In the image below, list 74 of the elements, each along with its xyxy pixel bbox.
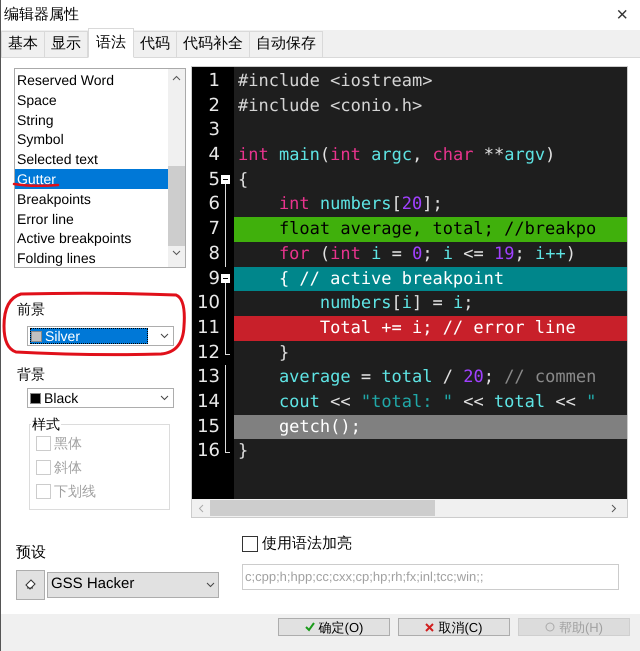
foreground-dropdown[interactable]: Silver	[27, 326, 174, 346]
line-number: 10	[196, 291, 220, 316]
line-number: 3	[208, 118, 220, 142]
code-line: average = total / 20; // commen	[278, 366, 598, 390]
line-number: 12	[196, 340, 220, 365]
load-preset-button[interactable]	[16, 570, 45, 600]
list-item[interactable]: Reserved Word	[15, 70, 168, 90]
scroll-down-icon[interactable]	[172, 250, 181, 256]
line-number: 16	[196, 439, 220, 464]
chevron-icon	[160, 333, 169, 339]
color-name: Black	[44, 391, 78, 405]
check-icon	[304, 622, 315, 632]
checkbox-label: 使用语法加亮	[262, 534, 352, 554]
line-number: 11	[196, 316, 220, 340]
checkbox[interactable]	[242, 536, 258, 552]
list-item[interactable]: Symbol	[15, 129, 168, 150]
list-item[interactable]: Error line	[15, 208, 168, 228]
line-number: 4	[208, 143, 220, 168]
close-button[interactable]: ×	[616, 5, 628, 25]
line-number: 2	[208, 94, 220, 118]
dialog-button[interactable]: 取消(C)	[398, 618, 510, 636]
background-label: 背景	[17, 365, 46, 384]
fold-toggle-icon[interactable]	[221, 174, 230, 193]
preset-label: 预设	[16, 543, 47, 563]
list-item[interactable]: Selected text	[15, 149, 168, 169]
code-line: numbers[i] = i;	[318, 292, 474, 316]
list-scrollbar[interactable]	[168, 69, 185, 267]
code-line: }	[237, 440, 250, 464]
chevron-icon	[160, 395, 169, 401]
dialog-button[interactable]: 确定(O)	[278, 618, 390, 636]
list-item[interactable]: Folding lines	[15, 248, 168, 268]
line-number: 9	[208, 266, 220, 290]
tab[interactable]: 自动保存	[249, 31, 323, 57]
list-item[interactable]: String	[15, 110, 168, 130]
preset-dropdown[interactable]: GSS Hacker	[47, 572, 219, 598]
line-number: 5	[208, 168, 220, 192]
window-title: 编辑器属性	[4, 4, 79, 25]
code-line: for (int i = 0; i <= 19; i++)	[278, 242, 577, 266]
scroll-up-icon[interactable]	[172, 75, 181, 81]
list-item[interactable]: Gutter	[15, 168, 168, 189]
code-line: int main(int argc, char **argv)	[237, 144, 556, 168]
code-line: {	[237, 168, 250, 192]
scroll-right-icon[interactable]	[611, 504, 617, 512]
tab[interactable]: 语法	[88, 28, 134, 58]
line-number: 14	[196, 390, 220, 414]
help-icon	[544, 622, 555, 632]
code-line: #include <iostream>	[237, 70, 434, 93]
line-number: 13	[196, 365, 220, 390]
tab[interactable]: 基本	[1, 31, 45, 57]
list-item[interactable]: Breakpoints	[15, 188, 168, 209]
list-item[interactable]: Space	[15, 90, 168, 110]
background-dropdown[interactable]: Black	[27, 388, 174, 408]
code-line: }	[278, 342, 290, 365]
tab[interactable]: 显示	[44, 31, 88, 57]
line-number: 8	[208, 242, 220, 266]
line-number: 7	[208, 217, 220, 242]
color-name: Silver	[45, 329, 80, 343]
fold-toggle-icon[interactable]	[221, 274, 230, 292]
code-line: int numbers[20];	[278, 193, 444, 216]
code-line: cout << "total: " << total << "	[278, 390, 598, 414]
checkbox-label: 黑体	[54, 434, 82, 453]
line-number: 1	[208, 69, 220, 93]
checkbox-label: 下划线	[54, 482, 96, 501]
checkbox-label: 斜体	[54, 458, 82, 477]
close-icon	[425, 622, 434, 632]
preset-value: GSS Hacker	[51, 574, 134, 594]
line-number: 6	[208, 192, 220, 216]
foreground-label: 前景	[17, 300, 46, 319]
code-line: #include <conio.h>	[237, 94, 424, 118]
list-item[interactable]: Active breakpoints	[15, 228, 168, 248]
element-list[interactable]: Reserved Word Space String Symbol Selected text Gutter Breakpoints Error line Active breakpoints Folding lines	[14, 68, 186, 268]
horizontal-scrollbar[interactable]	[192, 499, 627, 517]
line-number: 15	[196, 414, 220, 439]
chevron-icon	[206, 582, 215, 588]
